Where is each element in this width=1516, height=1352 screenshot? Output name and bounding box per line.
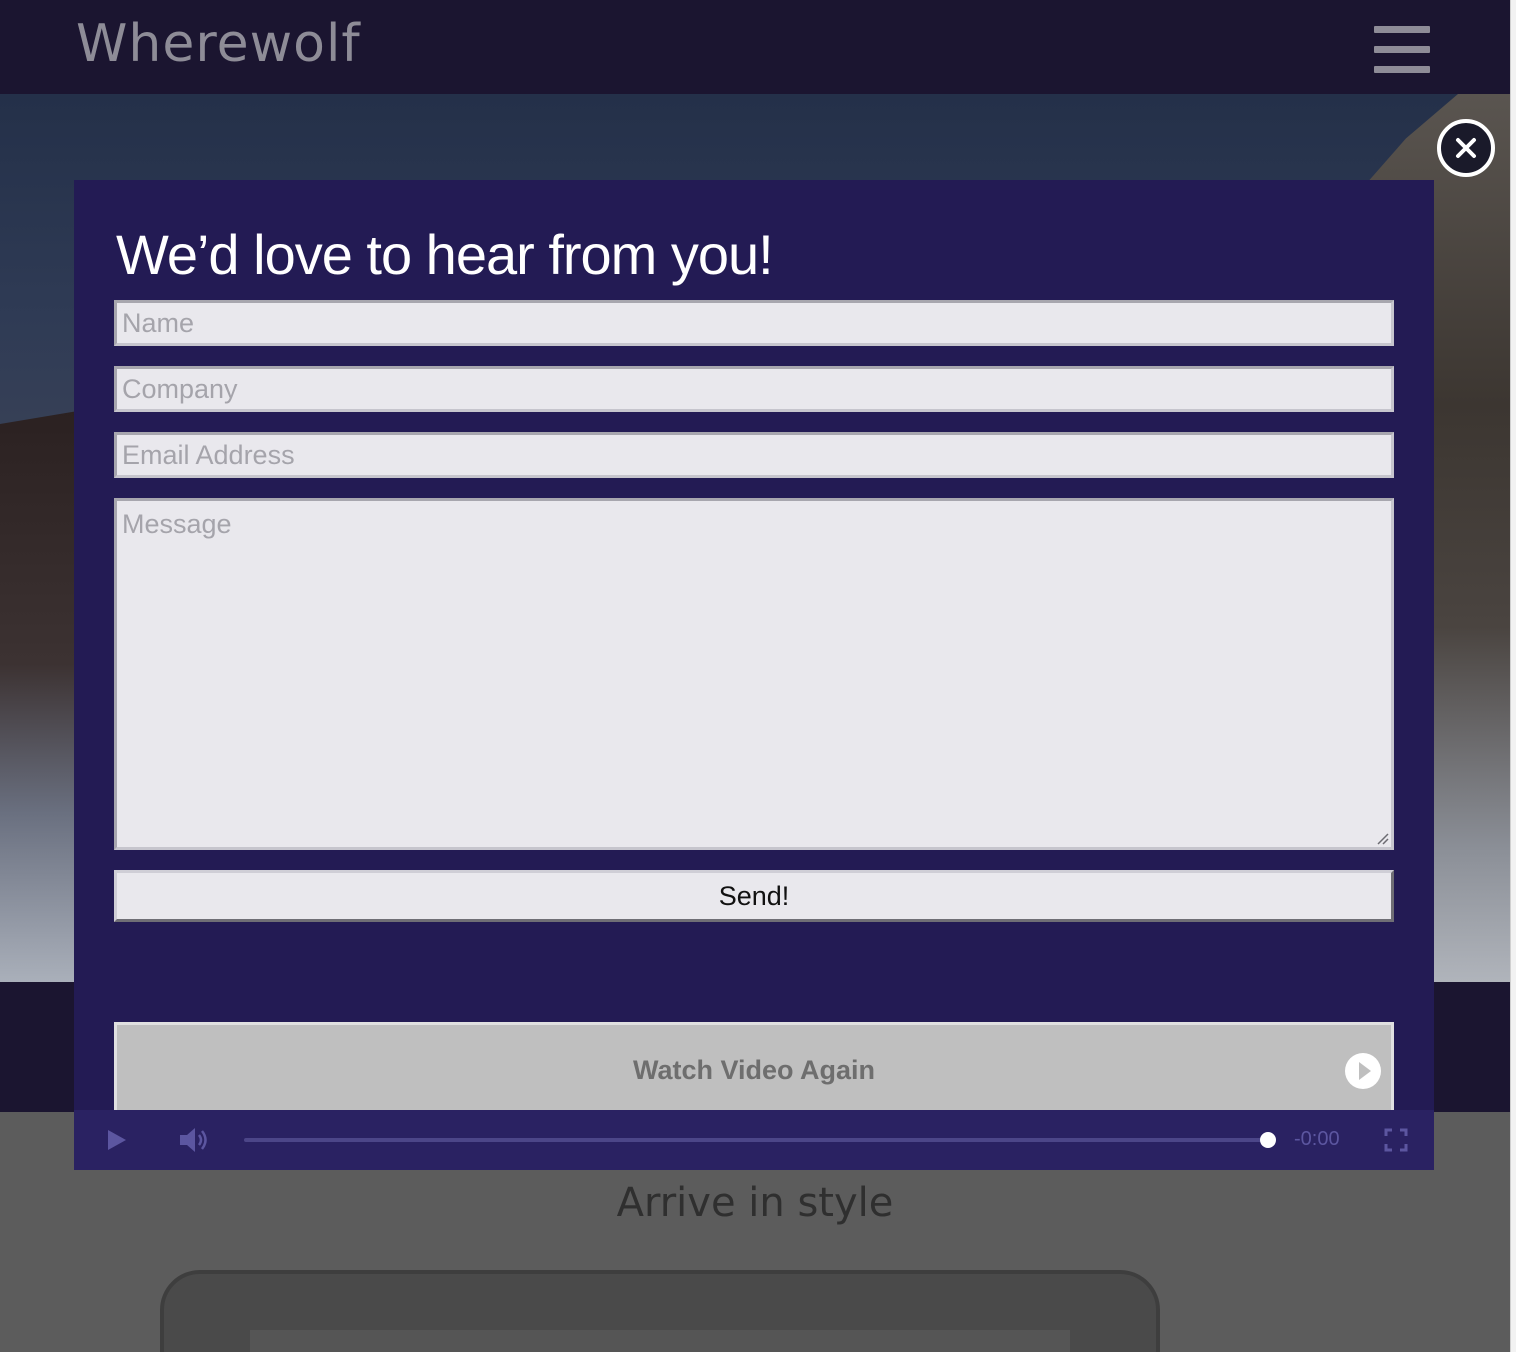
video-progress-track[interactable] xyxy=(244,1138,1268,1142)
play-circle-icon xyxy=(1345,1053,1381,1089)
video-time-remaining: -0:00 xyxy=(1294,1128,1340,1150)
menu-bar xyxy=(1374,66,1430,73)
volume-icon[interactable] xyxy=(178,1126,210,1154)
video-progress-thumb[interactable] xyxy=(1260,1132,1276,1148)
window-edge xyxy=(1510,0,1516,1352)
video-player-controls: -0:00 xyxy=(74,1110,1434,1170)
contact-modal: We’d love to hear from you! Send! Watch … xyxy=(74,180,1434,1170)
message-textarea[interactable] xyxy=(114,498,1394,850)
name-input[interactable] xyxy=(114,300,1394,346)
modal-title: We’d love to hear from you! xyxy=(116,223,774,286)
close-x-glyph xyxy=(1456,138,1476,158)
watch-video-again-button[interactable]: Watch Video Again xyxy=(114,1022,1394,1118)
wherewolf-logo[interactable]: Wherewolf xyxy=(76,14,361,74)
menu-bar xyxy=(1374,46,1430,53)
tablet-device-image xyxy=(160,1270,1160,1352)
tablet-screen xyxy=(250,1330,1070,1352)
send-button[interactable]: Send! xyxy=(114,870,1394,922)
fullscreen-icon[interactable] xyxy=(1384,1128,1408,1152)
close-icon[interactable] xyxy=(1437,119,1495,177)
watch-video-label: Watch Video Again xyxy=(632,1055,876,1085)
company-input[interactable] xyxy=(114,366,1394,412)
email-input[interactable] xyxy=(114,432,1394,478)
top-navbar: Wherewolf xyxy=(0,0,1510,94)
page: Wherewolf Arrive in style We’d love to h… xyxy=(0,0,1510,1352)
section-title: Arrive in style xyxy=(616,1180,894,1226)
resize-grip-icon[interactable] xyxy=(1375,831,1389,845)
hamburger-menu-icon[interactable] xyxy=(1374,26,1430,74)
menu-bar xyxy=(1374,26,1430,33)
play-icon[interactable] xyxy=(104,1128,128,1152)
